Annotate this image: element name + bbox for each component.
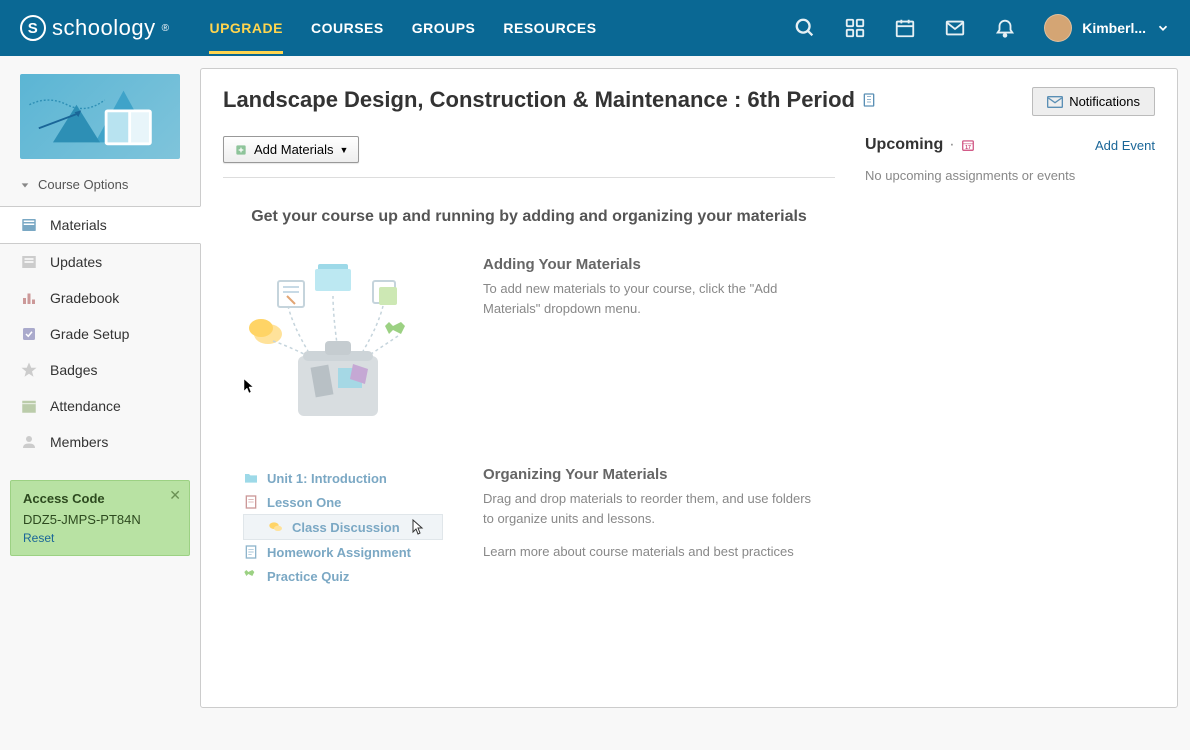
assignment-icon: [243, 544, 259, 560]
user-name: Kimberl...: [1082, 20, 1146, 36]
main-content: Landscape Design, Construction & Mainten…: [200, 68, 1178, 708]
logo-icon: S: [20, 15, 46, 41]
mail-icon[interactable]: [944, 17, 966, 39]
organizing-learn: Learn more about course materials and be…: [483, 542, 815, 562]
svg-text:17: 17: [965, 145, 971, 151]
sidebar-item-grade-setup[interactable]: Grade Setup: [0, 316, 200, 352]
brand-logo[interactable]: S schoology®: [20, 15, 169, 41]
calendar-icon[interactable]: [894, 17, 916, 39]
bell-icon[interactable]: [994, 17, 1016, 39]
top-nav: UPGRADE COURSES GROUPS RESOURCES: [209, 2, 596, 54]
nav-groups[interactable]: GROUPS: [412, 2, 476, 54]
access-code-title: Access Code: [23, 491, 177, 506]
nav-courses[interactable]: COURSES: [311, 2, 384, 54]
add-materials-button[interactable]: Add Materials ▼: [223, 136, 359, 163]
search-icon[interactable]: [794, 17, 816, 39]
sidebar-item-attendance[interactable]: Attendance: [0, 388, 200, 424]
adding-title: Adding Your Materials: [483, 256, 815, 273]
discussion-icon: [268, 519, 284, 535]
add-event-link[interactable]: Add Event: [1095, 138, 1155, 153]
organizing-title: Organizing Your Materials: [483, 466, 815, 483]
organizing-illustration: Unit 1: Introduction Lesson One Class Di…: [243, 466, 443, 588]
sidebar-item-badges[interactable]: Badges: [0, 352, 200, 388]
access-code-value: DDZ5-JMPS-PT84N: [23, 512, 177, 527]
materials-icon: [20, 216, 38, 234]
sidebar-item-updates[interactable]: Updates: [0, 244, 200, 280]
access-code-box: ✕ Access Code DDZ5-JMPS-PT84N Reset: [10, 480, 190, 556]
chevron-down-icon: ▼: [339, 145, 348, 155]
updates-icon: [20, 253, 38, 271]
sidebar: Course Options Materials Updates Gradebo…: [0, 56, 200, 720]
sidebar-item-materials[interactable]: Materials: [0, 206, 201, 244]
course-options[interactable]: Course Options: [0, 169, 200, 200]
grade-setup-icon: [20, 325, 38, 343]
course-thumbnail: [20, 74, 180, 159]
upcoming-empty: No upcoming assignments or events: [865, 168, 1155, 183]
page-icon: [243, 494, 259, 510]
quiz-icon: [243, 568, 259, 584]
adding-illustration: [243, 256, 443, 416]
apps-icon[interactable]: [844, 17, 866, 39]
onboard-heading: Get your course up and running by adding…: [223, 208, 835, 226]
avatar: [1044, 14, 1072, 42]
chevron-down-icon: [20, 180, 30, 190]
adding-body: To add new materials to your course, cli…: [483, 279, 815, 318]
cursor-icon: [412, 519, 424, 535]
folder-icon: [243, 470, 259, 486]
nav-upgrade[interactable]: UPGRADE: [209, 2, 283, 54]
access-code-reset[interactable]: Reset: [23, 531, 177, 545]
app-header: S schoology® UPGRADE COURSES GROUPS RESO…: [0, 0, 1190, 56]
members-icon: [20, 433, 38, 451]
sidebar-item-members[interactable]: Members: [0, 424, 200, 460]
upcoming-title: Upcoming · 17: [865, 136, 975, 154]
calendar-icon[interactable]: 17: [961, 138, 975, 152]
organizing-body: Drag and drop materials to reorder them,…: [483, 489, 815, 528]
plus-icon: [234, 143, 248, 157]
badges-icon: [20, 361, 38, 379]
page-title: Landscape Design, Construction & Mainten…: [223, 87, 877, 113]
chevron-down-icon: [1156, 21, 1170, 35]
sidebar-item-gradebook[interactable]: Gradebook: [0, 280, 200, 316]
close-icon[interactable]: ✕: [169, 487, 181, 504]
notebook-icon: [861, 92, 877, 108]
user-menu[interactable]: Kimberl...: [1044, 14, 1170, 42]
upcoming-panel: Upcoming · 17 Add Event No upcoming assi…: [865, 136, 1155, 638]
gradebook-icon: [20, 289, 38, 307]
header-icons: Kimberl...: [794, 14, 1170, 42]
mail-icon: [1047, 96, 1063, 108]
attendance-icon: [20, 397, 38, 415]
notifications-button[interactable]: Notifications: [1032, 87, 1155, 116]
nav-resources[interactable]: RESOURCES: [503, 2, 596, 54]
brand-name: schoology: [52, 15, 156, 41]
